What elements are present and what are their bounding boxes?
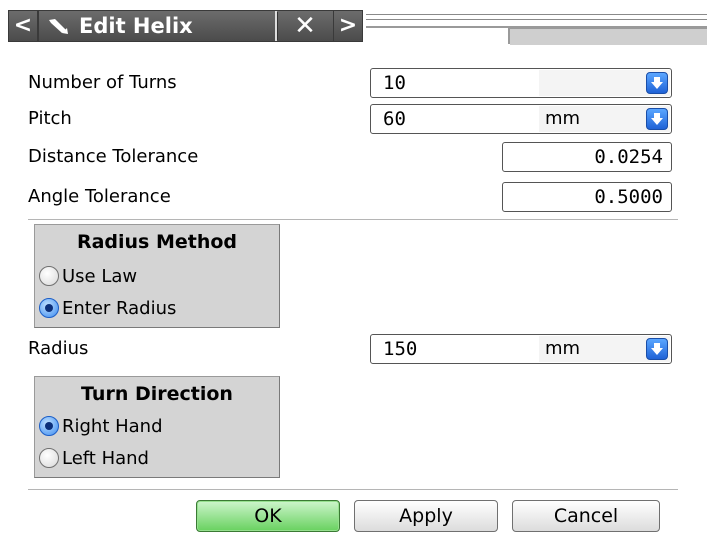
radius-dropdown-button[interactable] xyxy=(646,338,668,360)
chevron-right-icon: > xyxy=(338,13,358,38)
dialog-title-tab: Edit Helix ✕ xyxy=(38,10,363,42)
use-law-option[interactable]: Use Law xyxy=(39,263,137,289)
pin-icon[interactable] xyxy=(45,15,71,37)
next-dialog-button[interactable]: > xyxy=(333,10,363,42)
divider xyxy=(28,219,678,220)
tab-strip-decoration xyxy=(366,8,707,45)
right-hand-label: Right Hand xyxy=(62,415,163,437)
number-of-turns-dropdown-button[interactable] xyxy=(646,72,668,94)
number-of-turns-row: Number of Turns 10 xyxy=(28,68,678,100)
arrow-down-icon xyxy=(651,77,663,89)
radius-field[interactable]: 150 mm xyxy=(370,334,672,364)
number-of-turns-value: 10 xyxy=(383,72,406,94)
number-of-turns-label: Number of Turns xyxy=(28,72,177,93)
number-of-turns-field[interactable]: 10 xyxy=(370,68,672,98)
turn-direction-title: Turn Direction xyxy=(81,383,233,405)
radius-row: Radius 150 mm xyxy=(28,334,678,366)
pitch-value: 60 xyxy=(383,108,406,130)
radio-selected-icon[interactable] xyxy=(39,298,59,318)
radius-method-group: Radius Method Use Law Enter Radius xyxy=(34,224,280,328)
left-hand-label: Left Hand xyxy=(62,447,149,469)
use-law-label: Use Law xyxy=(62,265,138,287)
radius-unit: mm xyxy=(545,338,581,359)
close-button[interactable]: ✕ xyxy=(277,11,332,41)
left-hand-option[interactable]: Left Hand xyxy=(39,445,149,471)
pitch-unit: mm xyxy=(545,108,581,129)
previous-dialog-button[interactable]: < xyxy=(8,10,38,42)
divider xyxy=(28,489,678,490)
dialog-title: Edit Helix xyxy=(79,14,193,38)
pitch-dropdown-button[interactable] xyxy=(646,108,668,130)
pitch-row: Pitch 60 mm xyxy=(28,104,678,136)
distance-tolerance-row: Distance Tolerance 0.0254 xyxy=(28,142,678,174)
radio-selected-icon[interactable] xyxy=(39,416,59,436)
radius-label: Radius xyxy=(28,338,89,359)
radius-method-title: Radius Method xyxy=(76,231,238,253)
cancel-button[interactable]: Cancel xyxy=(512,500,660,532)
angle-tolerance-value: 0.5000 xyxy=(594,186,663,208)
angle-tolerance-row: Angle Tolerance 0.5000 xyxy=(28,182,678,214)
arrow-down-icon xyxy=(651,343,663,355)
turn-direction-group: Turn Direction Right Hand Left Hand xyxy=(34,376,280,478)
enter-radius-label: Enter Radius xyxy=(62,297,177,319)
distance-tolerance-value: 0.0254 xyxy=(594,146,663,168)
arrow-down-icon xyxy=(651,113,663,125)
radius-value: 150 xyxy=(383,338,418,360)
angle-tolerance-field[interactable]: 0.5000 xyxy=(502,182,672,212)
angle-tolerance-label: Angle Tolerance xyxy=(28,186,171,207)
radio-unselected-icon[interactable] xyxy=(39,448,59,468)
title-bar: < Edit Helix ✕ > xyxy=(0,0,707,45)
close-icon: ✕ xyxy=(294,11,316,41)
distance-tolerance-label: Distance Tolerance xyxy=(28,146,199,167)
right-hand-option[interactable]: Right Hand xyxy=(39,413,163,439)
distance-tolerance-field[interactable]: 0.0254 xyxy=(502,142,672,172)
apply-button[interactable]: Apply xyxy=(354,500,498,532)
chevron-left-icon: < xyxy=(13,13,33,38)
radio-unselected-icon[interactable] xyxy=(39,266,59,286)
ok-button[interactable]: OK xyxy=(196,500,340,532)
pitch-label: Pitch xyxy=(28,108,72,129)
enter-radius-option[interactable]: Enter Radius xyxy=(39,295,176,321)
pitch-field[interactable]: 60 mm xyxy=(370,104,672,134)
